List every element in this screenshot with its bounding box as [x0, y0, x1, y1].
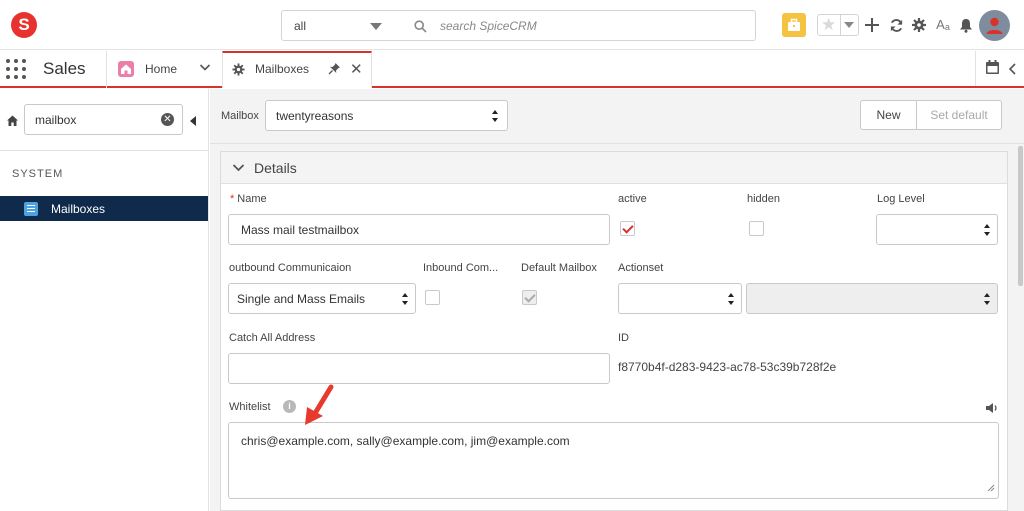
select-arrows-icon	[402, 293, 409, 305]
search-scope-select[interactable]: all	[281, 10, 395, 41]
scrollbar[interactable]	[1018, 146, 1023, 286]
whitelist-value: chris@example.com, sally@example.com, ji…	[241, 434, 570, 448]
clear-icon[interactable]: ✕	[161, 113, 174, 126]
gear-icon	[232, 63, 245, 79]
search-scope-value: all	[294, 19, 307, 33]
name-value: Mass mail testmailbox	[241, 223, 360, 237]
close-icon[interactable]: ✕	[350, 60, 363, 78]
sidebar-item-mailboxes[interactable]: Mailboxes	[0, 196, 208, 221]
outbound-label: outbound Communicaion	[229, 262, 352, 274]
select-arrows-icon	[984, 224, 991, 236]
tab-mailboxes-label: Mailboxes	[255, 62, 310, 76]
id-label: ID	[618, 332, 629, 344]
inbound-checkbox[interactable]	[425, 290, 440, 305]
chevron-left-icon[interactable]	[1008, 63, 1017, 78]
default-mailbox-checkbox	[522, 290, 537, 305]
new-button[interactable]: New	[860, 100, 917, 130]
sidebar-search-area: ✕	[0, 89, 208, 151]
spicecrm-logo[interactable]: S	[11, 12, 37, 38]
select-arrows-icon	[728, 293, 735, 305]
refresh-icon[interactable]	[887, 16, 905, 34]
font-size-icon[interactable]: Aa	[934, 15, 952, 33]
chevron-down-icon[interactable]	[199, 61, 211, 76]
mailbox-label: Mailbox	[221, 110, 259, 122]
favorite-button[interactable]: ★	[817, 14, 859, 36]
tab-bar: Sales Home Mailboxes ✕	[0, 51, 1024, 88]
inbound-label: Inbound Com...	[423, 262, 499, 274]
collapse-sidebar-icon[interactable]	[190, 116, 196, 126]
search-icon	[414, 20, 427, 36]
list-icon	[24, 202, 38, 216]
active-label: active	[618, 193, 647, 205]
name-label: * Name	[230, 193, 267, 205]
plus-icon[interactable]	[863, 16, 881, 34]
resize-grip-icon[interactable]	[987, 481, 995, 495]
set-default-button[interactable]: Set default	[916, 100, 1002, 130]
sidebar-section-heading: SYSTEM	[12, 168, 64, 180]
search-input[interactable]	[440, 17, 730, 35]
tab-mailboxes[interactable]: Mailboxes ✕	[222, 51, 372, 88]
required-marker: *	[230, 193, 235, 205]
whitelist-textarea[interactable]: chris@example.com, sally@example.com, ji…	[228, 422, 999, 499]
hidden-label: hidden	[747, 193, 781, 205]
whitelist-label: Whitelist	[229, 401, 271, 413]
actionset-label: Actionset	[618, 262, 664, 274]
hidden-checkbox[interactable]	[749, 221, 764, 236]
actionset-detail-select	[746, 283, 998, 314]
global-search[interactable]	[394, 10, 756, 41]
chevron-down-icon	[232, 161, 245, 177]
chevron-down-icon	[370, 23, 382, 30]
log-level-label: Log Level	[877, 193, 925, 205]
user-avatar-icon[interactable]	[979, 10, 1010, 41]
top-bar: S all ★ Aa	[0, 0, 1024, 50]
mailbox-select-value: twentyreasons	[276, 109, 354, 123]
sidebar-item-label: Mailboxes	[51, 202, 106, 216]
tab-home-label: Home	[145, 62, 178, 76]
sidebar-search[interactable]: ✕	[24, 104, 183, 135]
select-arrows-icon	[984, 293, 991, 305]
default-mailbox-label: Default Mailbox	[521, 262, 597, 274]
app-launcher-icon[interactable]	[6, 59, 26, 79]
catch-all-label: Catch All Address	[229, 332, 316, 344]
sidebar: ✕ SYSTEM Mailboxes	[0, 89, 209, 511]
details-header[interactable]: Details	[221, 152, 1007, 184]
details-title: Details	[254, 160, 297, 176]
id-value: f8770b4f-d283-9423-ac78-53c39b728f2e	[618, 360, 837, 374]
star-icon: ★	[821, 15, 837, 34]
catch-all-field[interactable]	[228, 353, 610, 384]
home-icon	[118, 61, 134, 77]
mailbox-select[interactable]: twentyreasons	[265, 100, 508, 131]
outbound-select[interactable]: Single and Mass Emails	[228, 283, 416, 314]
divider	[840, 15, 841, 35]
calendar-icon[interactable]	[985, 59, 1000, 78]
pin-icon[interactable]	[328, 62, 341, 78]
info-icon[interactable]: i	[283, 400, 296, 413]
divider	[975, 51, 976, 86]
app-name[interactable]: Sales	[43, 59, 86, 79]
name-label-text: Name	[237, 193, 267, 205]
select-arrows-icon	[492, 110, 499, 122]
name-field[interactable]: Mass mail testmailbox	[228, 214, 610, 245]
speaker-icon[interactable]	[985, 402, 999, 417]
annotation-arrow-icon	[300, 383, 336, 430]
gear-icon[interactable]	[910, 16, 928, 34]
divider	[210, 143, 1024, 144]
home-icon[interactable]	[6, 114, 19, 130]
active-checkbox[interactable]	[620, 221, 635, 236]
actionset-select[interactable]	[618, 283, 742, 314]
log-level-select[interactable]	[876, 214, 998, 245]
outbound-value: Single and Mass Emails	[237, 292, 366, 306]
tab-home[interactable]: Home	[107, 51, 221, 86]
briefcase-icon[interactable]	[782, 13, 806, 37]
bell-icon[interactable]	[957, 16, 975, 34]
chevron-down-icon	[844, 22, 854, 28]
sidebar-search-input[interactable]	[35, 112, 155, 128]
